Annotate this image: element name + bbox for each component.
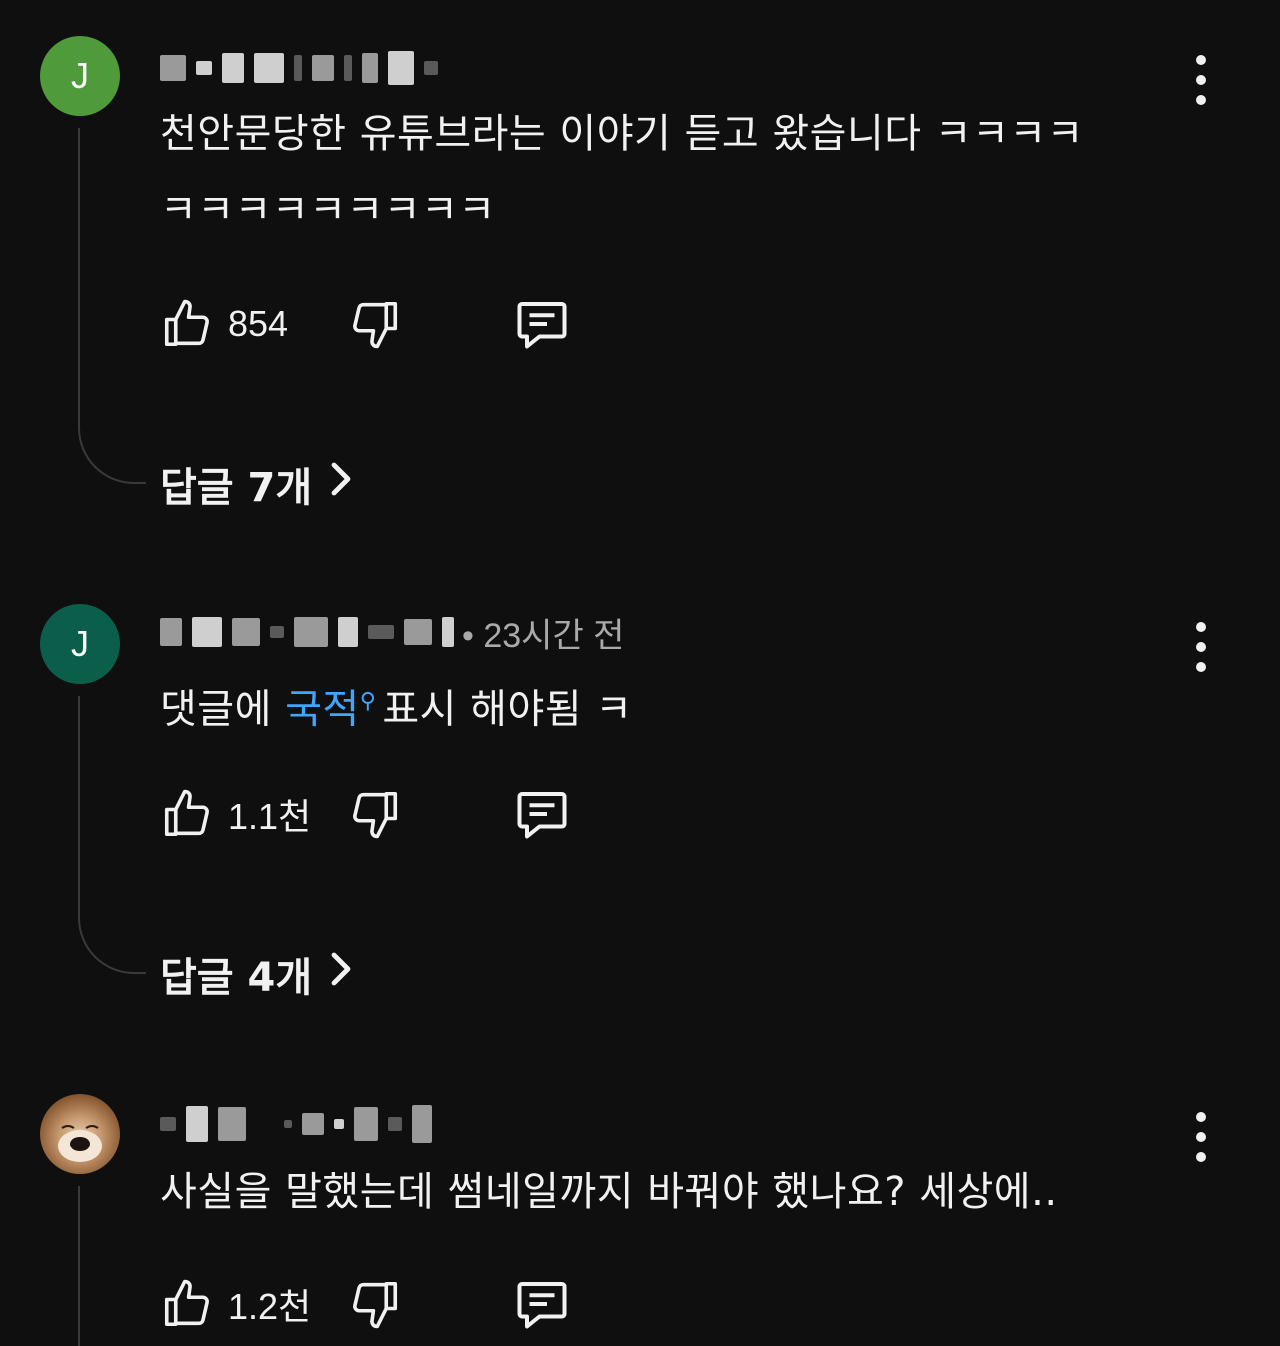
thumbs-up-icon [160,297,214,351]
thread-curve [78,914,146,974]
like-button[interactable]: 1.1천 [160,787,348,841]
avatar-letter: J [71,55,89,96]
more-options-button[interactable] [1186,1112,1216,1162]
like-button[interactable]: 854 [160,297,348,351]
comment-text-line2: ㅋㅋㅋㅋㅋㅋㅋㅋㅋ [160,187,496,233]
author-name-redacted[interactable] [160,51,438,85]
comment-text-line1: 사실을 말했는데 썸네일까지 바꿔야 했나요? 세상에.. [160,1169,1058,1215]
avatar[interactable] [40,1094,120,1174]
thread-line [78,696,80,918]
thumbs-down-icon [348,1277,402,1331]
author-name-redacted[interactable] [160,617,454,647]
comment-timestamp: • 23시간 전 [462,616,625,655]
view-replies-button[interactable]: 답글 7개 [160,454,354,514]
like-count: 1.2천 [228,1286,312,1327]
dog-avatar-image [58,1125,102,1162]
search-link-icon: ⚲ [359,689,377,714]
thumbs-down-icon [348,297,402,351]
reply-button[interactable] [512,294,572,354]
comment-actions: 854 [160,294,572,354]
avatar[interactable]: J [40,604,120,684]
replies-label: 답글 7개 [160,465,313,511]
thread-curve [78,424,146,484]
reply-button[interactable] [512,784,572,844]
comment-actions: 1.1천 [160,784,572,844]
author-row [160,1102,432,1146]
comment-text-after: 표시 해야됨 ㅋ [382,686,633,733]
like-count: 1.1천 [228,796,312,837]
more-vert-icon [1196,622,1206,632]
comment-actions: 1.2천 [160,1274,572,1334]
reply-icon [512,1274,572,1334]
replies-label: 답글 4개 [160,955,313,1001]
comment-text-before: 댓글에 [160,686,286,733]
comment-text: 천안문당한 유튜브라는 이야기 듣고 왔습니다 ㅋㅋㅋㅋ ㅋㅋㅋㅋㅋㅋㅋㅋㅋ [160,96,1170,248]
thumbs-up-icon [160,1277,214,1331]
thread-line [78,1186,80,1346]
author-row: • 23시간 전 [160,610,625,655]
more-options-button[interactable] [1186,55,1216,105]
reply-icon [512,294,572,354]
dislike-button[interactable] [348,297,512,351]
chevron-right-icon [328,949,354,999]
author-name-redacted[interactable] [160,1105,432,1143]
reply-button[interactable] [512,1274,572,1334]
comment-text: 댓글에 국적⚲ 표시 해야됨 ㅋ [160,664,1170,747]
more-options-button[interactable] [1186,622,1216,672]
search-link[interactable]: 국적 [285,686,360,732]
like-count: 854 [228,303,289,344]
author-row [160,46,438,90]
avatar-letter: J [71,623,89,664]
avatar[interactable]: J [40,36,120,116]
dislike-button[interactable] [348,1277,512,1331]
thumbs-down-icon [348,787,402,841]
more-vert-icon [1196,1112,1206,1122]
view-replies-button[interactable]: 답글 4개 [160,944,354,1004]
like-button[interactable]: 1.2천 [160,1277,348,1331]
comment-text: 사실을 말했는데 썸네일까지 바꿔야 했나요? 세상에.. [160,1154,1170,1230]
comment-text-line1: 천안문당한 유튜브라는 이야기 듣고 왔습니다 ㅋㅋㅋㅋ [160,111,1084,157]
thread-line [78,128,80,428]
thumbs-up-icon [160,787,214,841]
dislike-button[interactable] [348,787,512,841]
chevron-right-icon [328,459,354,509]
reply-icon [512,784,572,844]
more-vert-icon [1196,55,1206,65]
